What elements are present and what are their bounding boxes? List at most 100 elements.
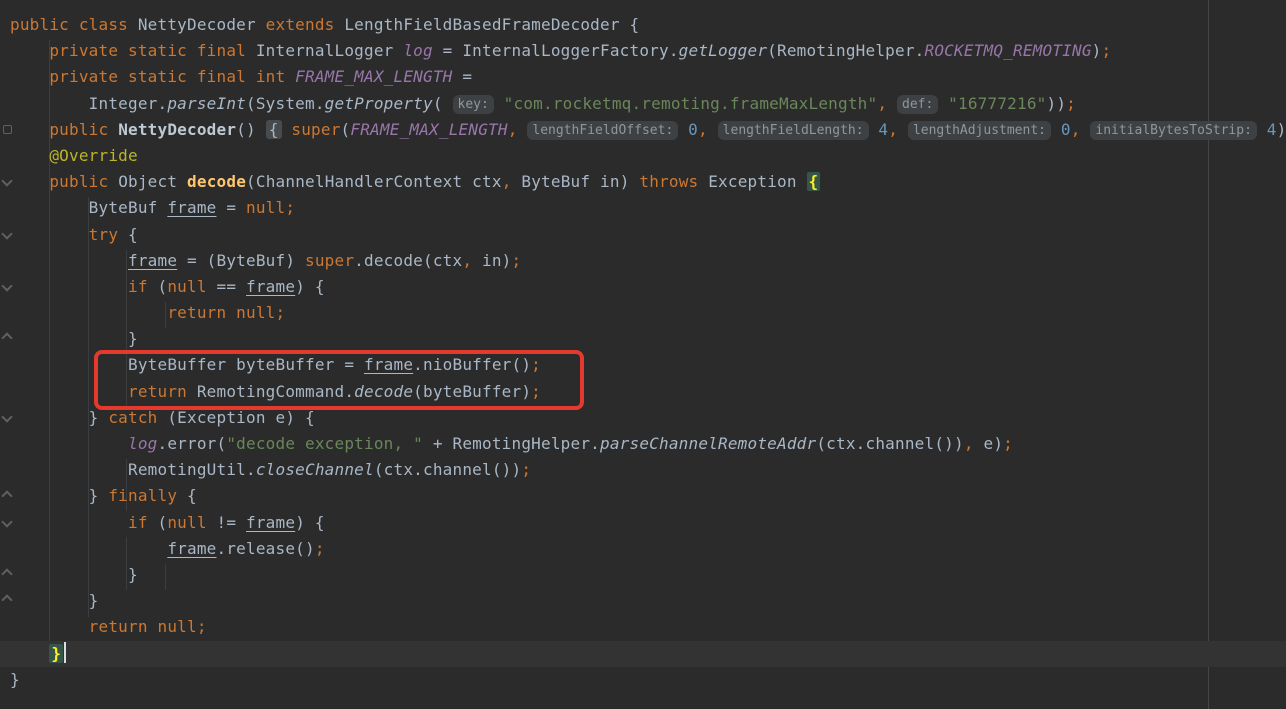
code-token-tx[interactable]: + RemotingHelper. [423, 434, 600, 453]
code-token-num[interactable]: 0 [1061, 120, 1071, 139]
code-token-kw[interactable]: ; [531, 382, 541, 401]
code-line[interactable]: return RemotingCommand.decode(byteBuffer… [0, 379, 1286, 405]
code-token-tx[interactable]: ( [433, 94, 453, 113]
code-token-tx[interactable] [869, 120, 879, 139]
code-token-tx[interactable] [10, 513, 128, 532]
code-line[interactable]: } [0, 588, 1286, 614]
code-token-tx[interactable]: ( [158, 513, 168, 532]
code-line[interactable]: RemotingUtil.closeChannel(ctx.channel())… [0, 457, 1286, 483]
code-line[interactable]: } [0, 562, 1286, 588]
code-token-kw[interactable]: , [502, 172, 512, 191]
code-token-smethod[interactable]: getProperty [325, 94, 433, 113]
code-token-bmatch[interactable]: } [49, 644, 63, 663]
code-token-smethod[interactable]: parseChannelRemoteAddr [600, 434, 816, 453]
code-token-tx[interactable]: (System. [246, 94, 325, 113]
code-token-tx[interactable]: )) [1047, 94, 1067, 113]
code-token-kw[interactable]: return null; [89, 617, 207, 636]
code-token-kw[interactable]: null [167, 277, 216, 296]
code-token-tx[interactable]: ByteBuf in) [512, 172, 640, 191]
code-token-kw[interactable]: , [888, 120, 898, 139]
code-token-tx[interactable]: { [128, 225, 138, 244]
code-token-kw[interactable]: null [167, 513, 216, 532]
code-token-tx[interactable] [10, 539, 167, 558]
code-token-tx[interactable]: LengthFieldBasedFrameDecoder { [344, 15, 639, 34]
code-token-uvar[interactable]: frame [246, 277, 295, 296]
code-token-tx[interactable]: .release() [217, 539, 315, 558]
code-token-kw[interactable]: if [128, 277, 158, 296]
code-token-kw[interactable]: private static final [49, 41, 256, 60]
code-token-tx[interactable]: InternalLogger [256, 41, 404, 60]
code-token-tx[interactable] [10, 146, 49, 165]
code-token-tx[interactable] [10, 67, 49, 86]
code-token-tx[interactable]: } [10, 565, 138, 584]
code-token-tx[interactable] [518, 120, 528, 139]
code-line[interactable]: log.error("decode exception, " + Remotin… [0, 431, 1286, 457]
code-token-field[interactable]: log [128, 434, 158, 453]
code-token-kw[interactable]: super [291, 120, 340, 139]
code-line[interactable]: ByteBuf frame = null; [0, 195, 1286, 221]
code-token-tx[interactable] [10, 277, 128, 296]
code-line[interactable]: } finally { [0, 483, 1286, 509]
code-line[interactable]: public NettyDecoder() { super(FRAME_MAX_… [0, 117, 1286, 143]
code-token-tx[interactable]: Integer. [10, 94, 167, 113]
code-token-tx[interactable]: } [10, 670, 20, 689]
code-token-num[interactable]: 0 [688, 120, 698, 139]
code-line[interactable]: if (null == frame) { [0, 274, 1286, 300]
code-token-str[interactable]: "16777216" [948, 94, 1046, 113]
code-token-kw[interactable]: finally [108, 486, 187, 505]
code-line[interactable]: try { [0, 222, 1286, 248]
code-token-tx[interactable] [678, 120, 688, 139]
code-token-tx[interactable] [887, 94, 897, 113]
code-token-tx[interactable]: } [10, 486, 108, 505]
code-line[interactable]: private static final InternalLogger log … [0, 38, 1286, 64]
code-token-num[interactable]: 4 [1267, 120, 1277, 139]
code-token-field[interactable]: log [403, 41, 433, 60]
code-token-tx[interactable]: (RemotingHelper. [767, 41, 924, 60]
code-token-kw[interactable]: private static final int [49, 67, 295, 86]
code-token-kw[interactable]: public class [10, 15, 138, 34]
code-token-cdecl[interactable]: NettyDecoder [118, 120, 236, 139]
code-token-tx[interactable]: .error( [158, 434, 227, 453]
code-token-tx[interactable] [1051, 120, 1061, 139]
code-token-tx[interactable]: Object [118, 172, 187, 191]
code-token-kw[interactable]: , [964, 434, 974, 453]
code-editor[interactable]: public class NettyDecoder extends Length… [0, 0, 1286, 709]
code-token-tx[interactable]: (ChannelHandlerContext ctx [246, 172, 502, 191]
code-token-tx[interactable] [938, 94, 948, 113]
code-token-ann[interactable]: @Override [49, 146, 138, 165]
code-token-kw[interactable]: extends [266, 15, 345, 34]
code-line[interactable]: private static final int FRAME_MAX_LENGT… [0, 64, 1286, 90]
code-token-tx[interactable]: ByteBuffer byteBuffer = [10, 355, 364, 374]
code-token-tx[interactable]: .nioBuffer() [413, 355, 531, 374]
inlay-hint[interactable]: lengthFieldOffset: [527, 121, 678, 140]
code-line[interactable]: if (null != frame) { [0, 510, 1286, 536]
code-line[interactable]: ByteBuffer byteBuffer = frame.nioBuffer(… [0, 352, 1286, 378]
code-token-kw[interactable]: ; [1102, 41, 1112, 60]
code-token-tx[interactable]: () [236, 120, 266, 139]
code-token-tx[interactable]: } [10, 329, 138, 348]
code-token-tx[interactable]: = [217, 198, 247, 217]
code-token-str[interactable]: "com.rocketmq.remoting.frameMaxLength" [504, 94, 878, 113]
code-line[interactable]: frame = (ByteBuf) super.decode(ctx, in); [0, 248, 1286, 274]
code-token-kw[interactable]: ; [521, 460, 531, 479]
code-token-tx[interactable]: RemotingUtil. [10, 460, 256, 479]
code-token-tx[interactable]: = (ByteBuf) [177, 251, 305, 270]
code-token-tx[interactable] [10, 41, 49, 60]
code-token-uvar[interactable]: frame [167, 198, 216, 217]
code-token-tx[interactable] [10, 172, 49, 191]
code-token-tx[interactable] [10, 382, 128, 401]
code-token-kw[interactable]: return null; [167, 303, 285, 322]
code-token-uvar[interactable]: frame [364, 355, 413, 374]
inlay-hint[interactable]: def: [897, 95, 938, 114]
code-token-tx[interactable] [708, 120, 718, 139]
code-token-kw[interactable]: ; [1003, 434, 1013, 453]
code-token-kw[interactable]: try [89, 225, 128, 244]
code-token-num[interactable]: 4 [878, 120, 888, 139]
code-token-tx[interactable]: ByteBuf [10, 198, 167, 217]
code-token-smethod[interactable]: parseInt [167, 94, 246, 113]
code-token-uvar[interactable]: frame [128, 251, 177, 270]
code-token-tx[interactable] [282, 120, 292, 139]
code-token-tx[interactable]: Exception [708, 172, 806, 191]
code-token-kw[interactable]: public [49, 172, 118, 191]
code-token-str[interactable]: "decode exception, " [226, 434, 423, 453]
